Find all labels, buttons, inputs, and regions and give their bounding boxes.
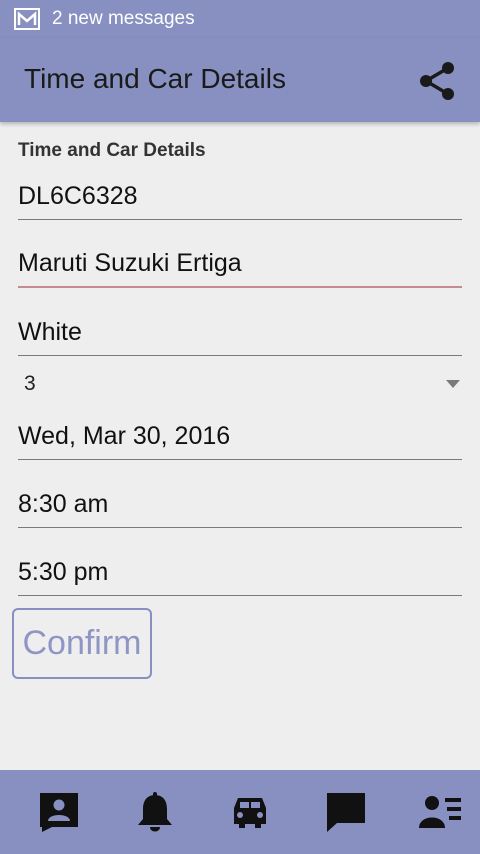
car-color-field[interactable]: White	[18, 308, 462, 356]
nav-notifications[interactable]	[132, 789, 178, 835]
share-button[interactable]	[414, 58, 460, 104]
nav-contacts[interactable]	[36, 789, 82, 835]
nav-profile[interactable]	[418, 789, 464, 835]
page-title: Time and Car Details	[24, 63, 286, 94]
start-time-field[interactable]: 8:30 am	[18, 480, 462, 528]
seats-dropdown[interactable]: 3	[18, 362, 462, 406]
nav-messages[interactable]	[323, 789, 369, 835]
user-list-icon	[419, 796, 461, 828]
car-model-field[interactable]: Maruti Suzuki Ertiga	[18, 240, 462, 288]
end-time-field[interactable]: 5:30 pm	[18, 548, 462, 596]
confirm-button[interactable]: Confirm	[12, 608, 152, 679]
contact-card-icon	[40, 793, 78, 832]
bottom-nav	[0, 770, 480, 854]
dropdown-caret-icon	[446, 380, 460, 388]
share-icon	[420, 62, 454, 100]
mail-icon	[14, 8, 40, 30]
app-bar: Time and Car Details	[0, 38, 480, 122]
car-number-field[interactable]: DL6C6328	[18, 172, 462, 220]
car-icon	[234, 798, 266, 828]
chat-icon	[326, 793, 365, 832]
date-field[interactable]: Wed, Mar 30, 2016	[18, 412, 462, 460]
status-bar: 2 new messages	[0, 0, 480, 38]
nav-car[interactable]	[227, 789, 273, 835]
section-label: Time and Car Details	[18, 140, 206, 161]
notification-text: 2 new messages	[52, 8, 195, 29]
seats-selected-value: 3	[24, 372, 36, 395]
bell-icon	[137, 792, 172, 832]
